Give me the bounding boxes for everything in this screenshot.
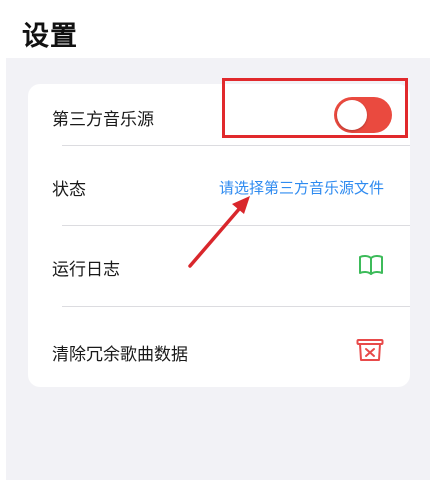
arrow-annotation [188, 196, 250, 268]
bottom-strip [0, 480, 438, 499]
